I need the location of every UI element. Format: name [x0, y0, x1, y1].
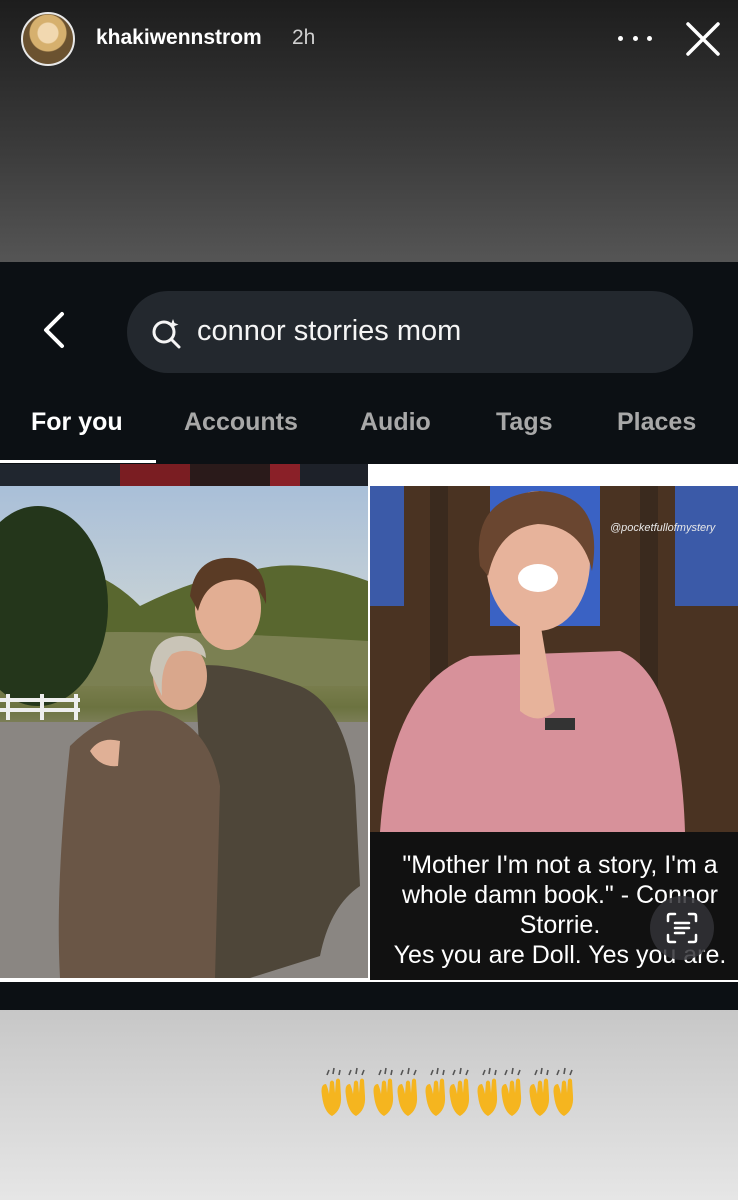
story-header: khakiwennstrom 2h — [0, 0, 738, 78]
text-scan-icon — [666, 912, 698, 944]
tab-accounts[interactable]: Accounts — [184, 408, 298, 437]
result-tile-above-partial[interactable] — [0, 464, 368, 486]
raising-hands-emoji — [321, 1067, 366, 1116]
result-post-photo-left[interactable] — [0, 486, 368, 978]
tab-tags[interactable]: Tags — [496, 408, 553, 437]
text-scan-button[interactable] — [650, 896, 714, 960]
search-sparkle-icon — [152, 319, 181, 349]
story-username[interactable]: khakiwennstrom — [96, 26, 262, 50]
chevron-left-icon[interactable] — [40, 310, 70, 350]
more-horizontal-icon[interactable] — [618, 28, 652, 48]
search-query: connor storries mom — [197, 315, 462, 347]
raising-hands-emoji — [373, 1067, 418, 1116]
search-input[interactable]: connor storries mom — [127, 291, 693, 373]
raising-hands-emoji-caption: 🙌🙌🙌🙌🙌 — [318, 1066, 588, 1120]
raising-hands-emoji-row — [321, 1067, 574, 1116]
watermark: @pocketfullofmystery — [610, 522, 716, 534]
story-time: 2h — [292, 26, 316, 49]
raising-hands-emoji — [477, 1067, 522, 1116]
search-screenshot: connor storries mom For you Accounts Aud… — [0, 262, 738, 1010]
tab-audio[interactable]: Audio — [360, 408, 431, 437]
raising-hands-emoji — [425, 1067, 470, 1116]
active-tab-indicator — [0, 460, 156, 463]
stage-photo — [370, 486, 738, 832]
tab-places[interactable]: Places — [617, 408, 696, 437]
outdoor-photo — [0, 506, 368, 978]
search-tabs: For you Accounts Audio Tags Places — [0, 400, 738, 464]
raising-hands-emoji — [529, 1067, 574, 1116]
avatar[interactable] — [21, 12, 75, 66]
close-icon[interactable] — [684, 20, 722, 58]
tab-for-you[interactable]: For you — [31, 408, 123, 437]
